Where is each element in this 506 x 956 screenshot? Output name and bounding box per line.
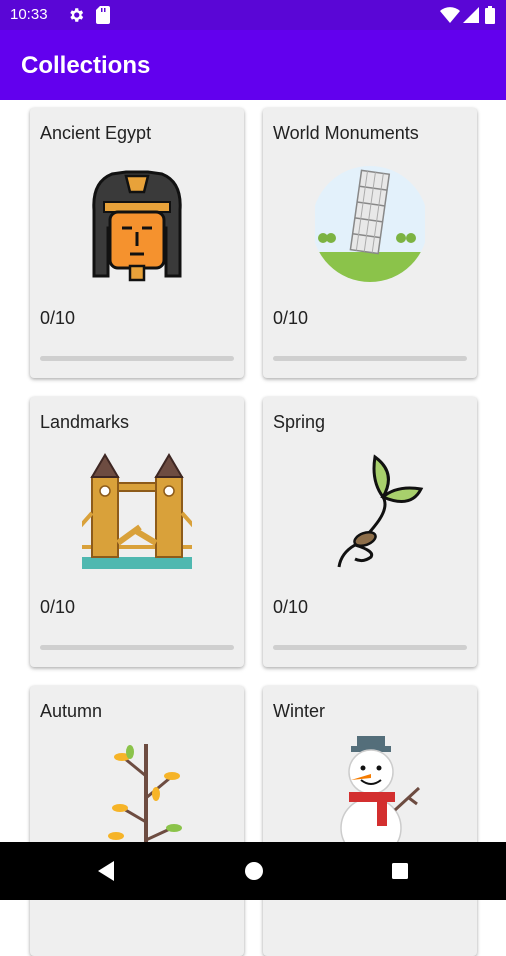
back-icon[interactable] — [96, 860, 116, 882]
collection-name: Winter — [273, 701, 326, 721]
tower-bridge-icon — [82, 453, 192, 569]
progress-bar — [40, 356, 234, 361]
collection-card-spring[interactable]: Spring 0/10 — [263, 397, 477, 667]
collection-name: Autumn — [40, 701, 103, 721]
progress-bar — [273, 645, 467, 650]
collection-name: World Monuments — [273, 123, 419, 143]
collection-progress-text: 0/10 — [273, 308, 309, 328]
app-bar: Collections — [0, 30, 506, 100]
collection-progress-text: 0/10 — [40, 597, 76, 617]
collection-card-world-monuments[interactable]: World Monuments 0/10 — [263, 108, 477, 378]
navigation-bar — [0, 842, 506, 900]
collection-card-autumn[interactable]: Autumn — [30, 686, 244, 956]
page-title: Collections — [21, 52, 151, 79]
sd-card-icon — [96, 6, 110, 24]
collection-card-ancient-egypt[interactable]: Ancient Egypt 0/10 — [30, 108, 244, 378]
progress-bar — [273, 356, 467, 361]
collection-name: Ancient Egypt — [40, 123, 152, 143]
status-bar: 10:33 — [0, 0, 506, 30]
collection-card-landmarks[interactable]: Landmarks 0/10 — [30, 397, 244, 667]
gear-icon — [70, 8, 84, 22]
collection-progress-text: 0/10 — [40, 308, 76, 328]
collection-name: Landmarks — [40, 412, 130, 432]
sprout-icon — [337, 454, 424, 568]
recents-icon[interactable] — [390, 860, 410, 882]
collection-progress-text: 0/10 — [273, 597, 309, 617]
home-icon[interactable] — [244, 860, 264, 882]
collection-name: Spring — [273, 412, 326, 432]
battery-icon — [485, 6, 495, 24]
pharaoh-icon — [92, 170, 182, 282]
wifi-icon — [440, 7, 460, 23]
leaning-tower-icon — [315, 166, 425, 282]
status-time: 10:33 — [10, 6, 48, 23]
signal-icon — [463, 7, 479, 23]
progress-bar — [40, 645, 234, 650]
collection-card-winter[interactable]: Winter — [263, 686, 477, 956]
